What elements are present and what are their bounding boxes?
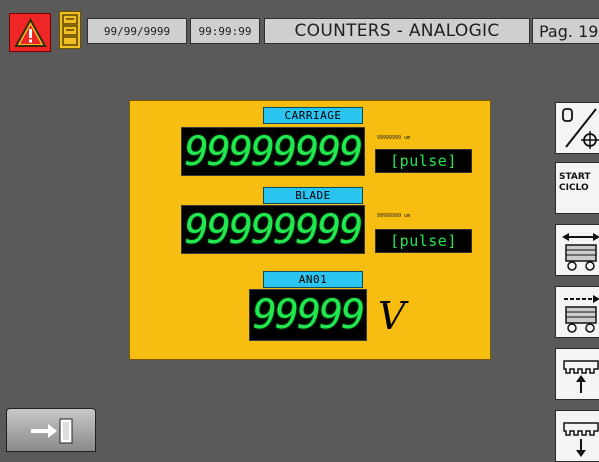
user-level-icon[interactable] [59, 11, 81, 49]
carriage-counter: 99999999 [181, 127, 365, 176]
warning-triangle-icon [14, 17, 47, 47]
exit-button[interactable] [6, 408, 96, 452]
date-display: 99/99/9999 [87, 18, 187, 44]
carriage-label: CARRIAGE [263, 107, 363, 124]
side-button-strip: START CICLO [552, 96, 599, 462]
top-bar: 99/99/9999 99:99:99 COUNTERS - ANALOGIC … [0, 0, 599, 55]
blade-small-value: 99999999 um [377, 213, 411, 219]
blade-counter: 99999999 [181, 205, 365, 254]
analog-unit: V [378, 294, 406, 338]
blade-unit: [pulse] [375, 229, 472, 253]
analog-value: 99999 [249, 289, 367, 341]
start-cycle-button[interactable]: START CICLO [555, 162, 599, 214]
sensor-toggle-button[interactable] [555, 102, 599, 154]
alarm-button[interactable] [9, 13, 51, 52]
blade-label: BLADE [263, 187, 363, 204]
carriage-unit: [pulse] [375, 149, 472, 173]
carriage-bidirectional-button[interactable] [555, 224, 599, 276]
page-number: Pag. 19 [532, 18, 599, 44]
analog-label: AN01 [263, 271, 363, 288]
start-cycle-label: START CICLO [559, 172, 591, 193]
carriage-small-value: 99999999 um [377, 135, 411, 141]
counters-panel: CARRIAGE 99999999 99999999 um [pulse] BL… [129, 100, 491, 360]
hand-sensor-toggle-icon [562, 108, 599, 149]
time-display: 99:99:99 [190, 18, 260, 44]
carriage-right-icon [564, 295, 599, 333]
carriage-right-button[interactable] [555, 286, 599, 338]
blade-down-icon [563, 422, 599, 457]
blade-down-button[interactable] [555, 410, 599, 462]
page-title: COUNTERS - ANALOGIC [264, 18, 530, 44]
blade-up-button[interactable] [555, 348, 599, 400]
carriage-bidirectional-icon [562, 233, 599, 271]
exit-door-icon [31, 418, 73, 444]
blade-up-icon [563, 360, 599, 393]
